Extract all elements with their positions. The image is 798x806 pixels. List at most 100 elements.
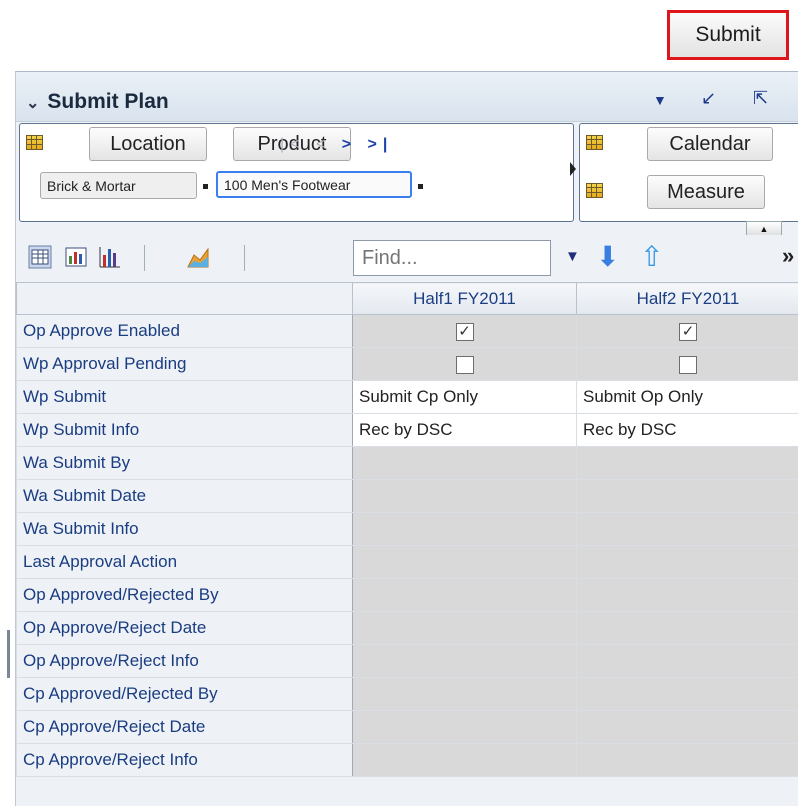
empty-cell[interactable] — [353, 513, 577, 546]
checkbox-cell[interactable] — [577, 348, 798, 381]
more-options-icon[interactable]: » — [782, 243, 794, 269]
empty-cell[interactable] — [353, 645, 577, 678]
checked-checkbox[interactable]: ✓ — [679, 323, 697, 341]
column-header[interactable]: Half2 FY2011 — [577, 283, 798, 315]
chip-location-value[interactable]: Brick & Mortar — [40, 172, 197, 199]
empty-cell[interactable] — [577, 513, 798, 546]
location-button[interactable]: Location — [89, 127, 207, 161]
unchecked-checkbox[interactable] — [456, 356, 474, 374]
grid-icon — [586, 183, 603, 198]
empty-cell[interactable] — [577, 678, 798, 711]
measure-button[interactable]: Measure — [647, 175, 765, 209]
toolbar: ▼ ⬇ ⇧ » — [16, 235, 798, 281]
row-header: Wa Submit By — [17, 447, 353, 480]
row-header: Wp Submit — [17, 381, 353, 414]
row-header: Wa Submit Info — [17, 513, 353, 546]
submit-plan-panel: ⌄Submit Plan ▼ ↙ ⇱ Location Product |< <… — [15, 71, 798, 806]
last-page-icon[interactable]: >| — [368, 136, 394, 153]
find-previous-icon[interactable]: ⇧ — [640, 243, 663, 271]
row-header: Cp Approved/Rejected By — [17, 678, 353, 711]
table-row: Last Approval Action — [17, 546, 798, 579]
row-header: Cp Approve/Reject Info — [17, 744, 353, 777]
empty-cell[interactable] — [577, 645, 798, 678]
detach-icon[interactable]: ⇱ — [753, 88, 768, 109]
dimension-selector-left: Location Product |< < > >| Brick & Morta… — [19, 123, 574, 222]
empty-cell[interactable] — [353, 711, 577, 744]
empty-cell[interactable] — [353, 480, 577, 513]
submit-button[interactable]: Submit — [667, 10, 789, 60]
find-input[interactable] — [353, 240, 551, 276]
empty-cell[interactable] — [353, 744, 577, 777]
grid-icon — [586, 135, 603, 150]
row-header: Op Approve Enabled — [17, 315, 353, 348]
toolbar-separator — [244, 245, 245, 271]
empty-cell[interactable] — [577, 447, 798, 480]
table-row: Cp Approve/Reject Info — [17, 744, 798, 777]
table-view-icon[interactable] — [28, 245, 52, 269]
dropdown-arrow-icon[interactable]: ▼ — [653, 92, 667, 108]
empty-cell[interactable] — [577, 711, 798, 744]
empty-cell[interactable] — [577, 744, 798, 777]
calendar-button[interactable]: Calendar — [647, 127, 773, 161]
table-row: Wp SubmitSubmit Cp OnlySubmit Op Only — [17, 381, 798, 414]
checkbox-cell[interactable]: ✓ — [353, 315, 577, 348]
row-header: Cp Approve/Reject Date — [17, 711, 353, 744]
chip-product-value[interactable]: 100 Men's Footwear — [216, 171, 412, 198]
page-navigation[interactable]: |< < > >| — [280, 136, 393, 154]
previous-page-icon[interactable]: < — [316, 136, 331, 153]
row-header: Op Approve/Reject Date — [17, 612, 353, 645]
splitter-handle[interactable] — [7, 630, 10, 678]
empty-cell[interactable] — [577, 612, 798, 645]
table-row: Wa Submit Info — [17, 513, 798, 546]
table-row: Wa Submit Date — [17, 480, 798, 513]
text-cell[interactable]: Submit Cp Only — [353, 381, 577, 414]
row-header: Wa Submit Date — [17, 480, 353, 513]
checkbox-cell[interactable]: ✓ — [577, 315, 798, 348]
table-row: Cp Approve/Reject Date — [17, 711, 798, 744]
panel-header: ⌄Submit Plan ▼ ↙ ⇱ — [16, 72, 798, 122]
empty-cell[interactable] — [577, 579, 798, 612]
grid-icon — [26, 135, 43, 150]
empty-cell[interactable] — [353, 546, 577, 579]
next-page-icon[interactable]: > — [342, 136, 357, 153]
row-header: Wp Approval Pending — [17, 348, 353, 381]
empty-cell[interactable] — [353, 447, 577, 480]
first-page-icon[interactable]: |< — [280, 136, 306, 153]
expand-right-icon[interactable] — [570, 162, 576, 176]
checkbox-cell[interactable] — [353, 348, 577, 381]
collapse-chevron-icon[interactable]: ⌄ — [26, 93, 39, 113]
table-row: Op Approve/Reject Info — [17, 645, 798, 678]
row-header: Last Approval Action — [17, 546, 353, 579]
table-row: Op Approved/Rejected By — [17, 579, 798, 612]
text-cell[interactable]: Rec by DSC — [577, 414, 798, 447]
column-header[interactable]: Half1 FY2011 — [353, 283, 577, 315]
dimension-selector-right: Calendar Measure — [579, 123, 798, 222]
panel-title[interactable]: ⌄Submit Plan — [26, 90, 169, 114]
submit-plan-grid: Half1 FY2011 Half2 FY2011 Op Approve Ena… — [16, 282, 798, 777]
text-cell[interactable]: Rec by DSC — [353, 414, 577, 447]
unchecked-checkbox[interactable] — [679, 356, 697, 374]
table-row: Op Approve Enabled ✓ ✓ — [17, 315, 798, 348]
table-row: Cp Approved/Rejected By — [17, 678, 798, 711]
empty-cell[interactable] — [353, 678, 577, 711]
empty-cell[interactable] — [577, 480, 798, 513]
table-row: Wp Submit InfoRec by DSCRec by DSC — [17, 414, 798, 447]
find-options-dropdown-icon[interactable]: ▼ — [565, 248, 580, 265]
table-row: Wp Approval Pending — [17, 348, 798, 381]
checked-checkbox[interactable]: ✓ — [456, 323, 474, 341]
text-cell[interactable]: Submit Op Only — [577, 381, 798, 414]
toolbar-separator — [144, 245, 145, 271]
empty-cell[interactable] — [353, 579, 577, 612]
row-header: Op Approve/Reject Info — [17, 645, 353, 678]
table-row: Wa Submit By — [17, 447, 798, 480]
empty-cell[interactable] — [353, 612, 577, 645]
bar-chart-view-icon[interactable] — [98, 245, 122, 269]
table-row: Op Approve/Reject Date — [17, 612, 798, 645]
chart-table-view-icon[interactable] — [64, 245, 88, 269]
row-header: Wp Submit Info — [17, 414, 353, 447]
find-next-icon[interactable]: ⬇ — [596, 243, 619, 271]
minimize-icon[interactable]: ↙ — [701, 88, 716, 109]
corner-cell — [17, 283, 353, 315]
area-chart-icon[interactable] — [186, 245, 210, 269]
empty-cell[interactable] — [577, 546, 798, 579]
